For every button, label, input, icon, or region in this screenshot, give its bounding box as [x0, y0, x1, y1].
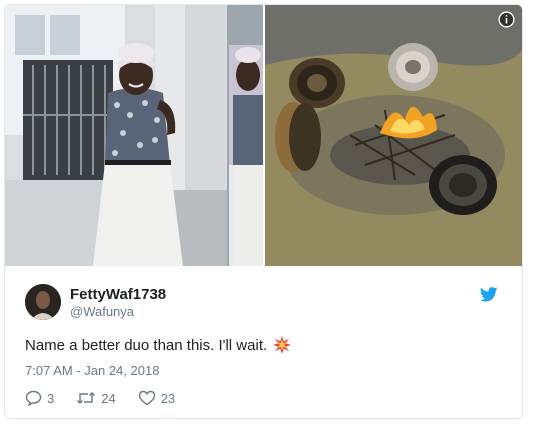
display-name[interactable]: FettyWaf1738 — [70, 286, 166, 303]
user-handle[interactable]: @Wafunya — [70, 304, 134, 319]
retweet-icon — [77, 392, 96, 404]
collision-icon — [273, 336, 292, 354]
info-glyph — [498, 11, 515, 28]
photo-woman[interactable] — [5, 5, 263, 266]
info-icon[interactable] — [498, 11, 515, 28]
avatar[interactable] — [25, 284, 61, 320]
retweet-count: 24 — [101, 390, 116, 406]
tweet-body: FettyWaf1738 @Wafunya Name a better duo … — [5, 266, 522, 418]
tweet-timestamp[interactable]: 7:07 AM - Jan 24, 2018 — [25, 363, 159, 378]
tweet-text-content: Name a better duo than this. I'll wait. — [25, 336, 268, 354]
avatar-image — [25, 284, 61, 320]
tweet-text: Name a better duo than this. I'll wait. — [25, 336, 292, 354]
heart-icon — [138, 390, 155, 406]
reply-button[interactable]: 3 — [25, 390, 54, 406]
reply-count: 3 — [47, 390, 55, 406]
tweet-card[interactable]: FettyWaf1738 @Wafunya Name a better duo … — [4, 4, 523, 419]
photo-drums-fire[interactable] — [265, 5, 522, 266]
like-button[interactable]: 23 — [138, 390, 175, 406]
reply-icon — [25, 390, 42, 406]
tweet-media[interactable] — [5, 5, 522, 266]
tweet-actions: 3 24 23 — [25, 390, 197, 406]
photo-woman-image — [5, 5, 263, 266]
like-count: 23 — [160, 390, 176, 406]
retweet-button[interactable]: 24 — [76, 390, 116, 406]
twitter-bird-icon[interactable] — [480, 287, 498, 302]
photo-drums-fire-image — [265, 5, 522, 266]
